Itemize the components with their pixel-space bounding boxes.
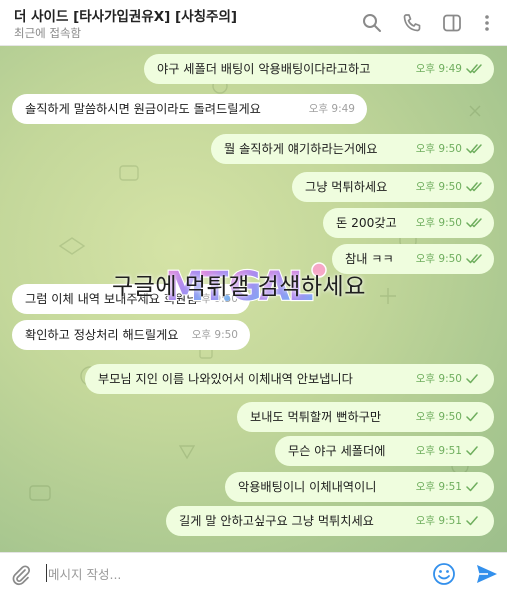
message-text: 부모님 지인 이름 나와있어서 이체내역 안보냅니다	[98, 372, 353, 386]
message-timestamp: 오후 9:49	[415, 63, 462, 75]
message-timestamp: 오후 9:51	[415, 515, 462, 527]
message-text: 무슨 야구 세폴더에	[288, 444, 386, 458]
message-composer: 메시지 작성...	[0, 552, 507, 594]
text-caret	[46, 564, 47, 582]
message-time: 오후 9:50	[192, 320, 238, 350]
message-time: 오후 9:49	[416, 54, 484, 84]
double-check-icon	[466, 218, 482, 228]
message-time: 오후 9:50	[416, 364, 484, 394]
attach-icon[interactable]	[9, 563, 33, 587]
message-timestamp: 오후 9:50	[415, 411, 462, 423]
message-input[interactable]: 메시지 작성...	[48, 564, 121, 583]
check-icon	[466, 482, 478, 492]
message-time: 오후 9:50	[416, 134, 484, 164]
message-timestamp: 오후 9:50	[415, 253, 462, 265]
message-timestamp: 오후 9:50	[415, 217, 462, 229]
message-timestamp: 오후 9:51	[415, 445, 462, 457]
message-text: 참내 ㅋㅋ	[345, 252, 394, 266]
more-vert-icon[interactable]	[476, 12, 498, 34]
message-text: 확인하고 정상처리 해드릴게요	[25, 328, 179, 342]
message-text: 돈 200갖고	[336, 216, 397, 230]
outgoing-message[interactable]: 그냥 먹튀하세요 오후 9:50	[292, 172, 494, 202]
outgoing-message[interactable]: 길게 말 안하고싶구요 그냥 먹튀치세요 오후 9:51	[166, 506, 494, 536]
message-text: 그냥 먹튀하세요	[305, 180, 388, 194]
outgoing-message[interactable]: 보내도 먹튀할꺼 뻔하구만 오후 9:50	[237, 402, 494, 432]
chat-header: 더 사이드 [타사가입권유X] [사칭주의] 최근에 접속함	[0, 0, 507, 46]
outgoing-message[interactable]: 뭘 솔직하게 얘기하라는거에요 오후 9:50	[211, 134, 494, 164]
message-time: 오후 9:50	[416, 244, 484, 274]
message-timestamp: 오후 9:50	[415, 143, 462, 155]
outgoing-message[interactable]: 무슨 야구 세폴더에 오후 9:51	[275, 436, 494, 466]
double-check-icon	[466, 64, 482, 74]
check-icon	[466, 374, 478, 384]
message-text: 악용배팅이니 이체내역이니	[238, 480, 377, 494]
message-time: 오후 9:50	[416, 402, 484, 432]
check-icon	[466, 412, 478, 422]
sidebar-toggle-icon[interactable]	[441, 12, 463, 34]
message-time: 오후 9:51	[416, 506, 484, 536]
search-icon[interactable]	[361, 12, 383, 34]
message-text: 뭘 솔직하게 얘기하라는거에요	[224, 142, 378, 156]
phone-icon[interactable]	[401, 12, 423, 34]
double-check-icon	[466, 182, 482, 192]
message-timestamp: 오후 9:51	[415, 481, 462, 493]
message-time: 오후 9:50	[416, 208, 484, 238]
message-list[interactable]: 야구 세폴더 배팅이 악용배팅이다라고하고 오후 9:49 솔직하게 말씀하시면 원…	[0, 46, 507, 552]
watermark-text: 구글에 먹튀갤 검색하세요	[112, 274, 366, 300]
check-icon	[466, 446, 478, 456]
message-time: 오후 9:50	[416, 172, 484, 202]
emoji-icon[interactable]	[431, 561, 457, 587]
outgoing-message[interactable]: 돈 200갖고 오후 9:50	[323, 208, 494, 238]
message-time: 오후 9:51	[416, 436, 484, 466]
message-timestamp: 오후 9:49	[308, 103, 355, 115]
outgoing-message[interactable]: 부모님 지인 이름 나와있어서 이체내역 안보냅니다 오후 9:50	[85, 364, 494, 394]
check-icon	[466, 516, 478, 526]
message-text: 길게 말 안하고싶구요 그냥 먹튀치세요	[179, 514, 374, 528]
double-check-icon	[466, 144, 482, 154]
last-seen-status: 최근에 접속함	[14, 26, 82, 40]
message-text: 야구 세폴더 배팅이 악용배팅이다라고하고	[157, 62, 371, 76]
message-timestamp: 오후 9:50	[415, 373, 462, 385]
outgoing-message[interactable]: 악용배팅이니 이체내역이니 오후 9:51	[225, 472, 494, 502]
message-timestamp: 오후 9:50	[191, 329, 238, 341]
message-timestamp: 오후 9:50	[415, 181, 462, 193]
send-icon[interactable]	[474, 561, 500, 587]
chat-title[interactable]: 더 사이드 [타사가입권유X] [사칭주의]	[14, 5, 237, 25]
incoming-message[interactable]: 확인하고 정상처리 해드릴게요 오후 9:50	[12, 320, 250, 350]
outgoing-message[interactable]: 야구 세폴더 배팅이 악용배팅이다라고하고 오후 9:49	[144, 54, 494, 84]
message-time: 오후 9:49	[309, 94, 355, 124]
incoming-message[interactable]: 솔직하게 말씀하시면 원금이라도 돌려드릴게요 오후 9:49	[12, 94, 367, 124]
message-text: 솔직하게 말씀하시면 원금이라도 돌려드릴게요	[25, 102, 261, 116]
message-time: 오후 9:51	[416, 472, 484, 502]
double-check-icon	[466, 254, 482, 264]
message-text: 보내도 먹튀할꺼 뻔하구만	[250, 410, 382, 424]
